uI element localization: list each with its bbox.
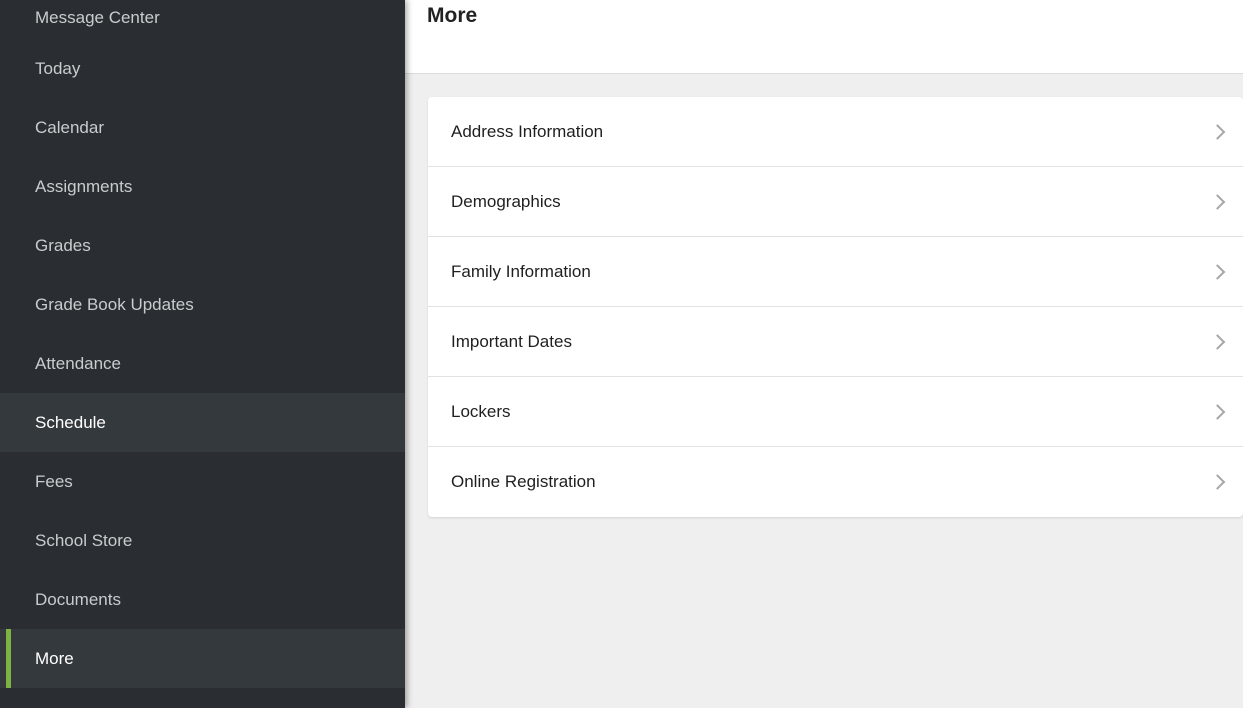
list-item-label: Demographics [451,191,561,211]
chevron-right-icon [1209,193,1226,210]
list-item-label: Important Dates [451,331,572,351]
list-item-label: Family Information [451,261,591,281]
list-item-demographics[interactable]: Demographics [428,167,1243,237]
list-item-lockers[interactable]: Lockers [428,377,1243,447]
list-item-address-information[interactable]: Address Information [428,97,1243,167]
sidebar-item-school-store[interactable]: School Store [0,511,405,570]
list-item-online-registration[interactable]: Online Registration [428,447,1243,517]
sidebar-item-fees[interactable]: Fees [0,452,405,511]
chevron-right-icon [1209,333,1226,350]
sidebar-item-calendar[interactable]: Calendar [0,98,405,157]
chevron-right-icon [1209,123,1226,140]
sidebar-nav: Message Center Today Calendar Assignment… [0,0,405,708]
sidebar-item-attendance[interactable]: Attendance [0,334,405,393]
main-content: More Address Information Demographics Fa… [405,0,1243,708]
page-header: More [405,0,1243,74]
chevron-right-icon [1209,403,1226,420]
sidebar-item-documents[interactable]: Documents [0,570,405,629]
sidebar-item-schedule[interactable]: Schedule [0,393,405,452]
sidebar-item-grade-book-updates[interactable]: Grade Book Updates [0,275,405,334]
sidebar-item-grades[interactable]: Grades [0,216,405,275]
list-item-label: Lockers [451,401,511,421]
chevron-right-icon [1209,474,1226,490]
list-item-label: Address Information [451,121,604,141]
sidebar-item-assignments[interactable]: Assignments [0,157,405,216]
chevron-right-icon [1209,263,1226,280]
list-item-label: Online Registration [451,472,596,491]
list-item-family-information[interactable]: Family Information [428,237,1243,307]
page-title: More [427,4,478,27]
sidebar-item-message-center[interactable]: Message Center [0,0,405,39]
list-item-important-dates[interactable]: Important Dates [428,307,1243,377]
sidebar-item-today[interactable]: Today [0,39,405,98]
more-options-list: Address Information Demographics Family … [428,97,1243,517]
sidebar-item-more[interactable]: More [0,629,405,688]
